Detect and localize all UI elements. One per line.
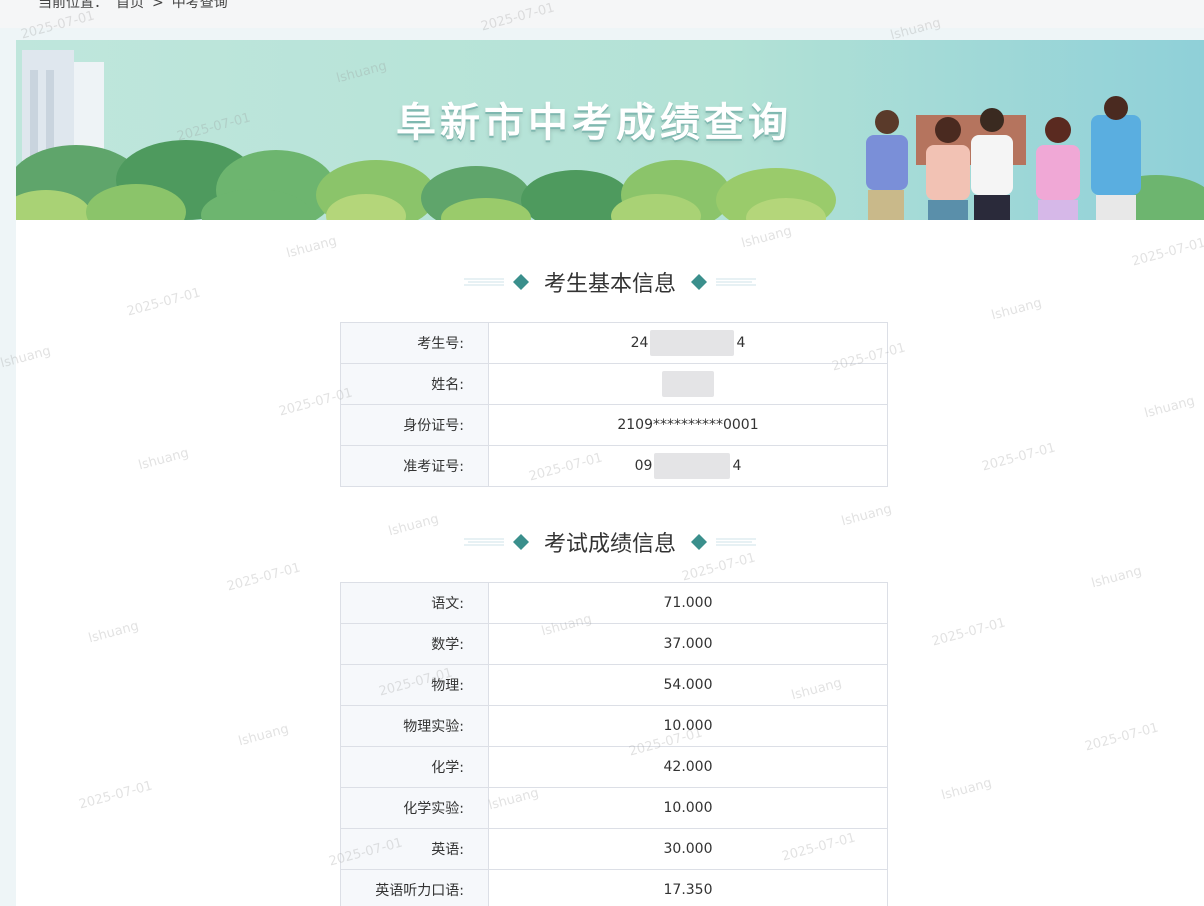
admission-number-label: 准考证号:: [340, 445, 489, 487]
subject-label: 数学:: [340, 623, 489, 665]
table-row: 身份证号: 2109**********0001: [340, 404, 888, 446]
subject-label: 英语听力口语:: [340, 869, 489, 906]
redaction-mask: [654, 453, 731, 479]
watermark: lshuang: [939, 775, 994, 804]
subject-score: 71.000: [488, 582, 888, 624]
exam-number-value: 24 4: [488, 322, 888, 364]
subject-label: 语文:: [340, 582, 489, 624]
watermark: lshuang: [989, 295, 1044, 324]
watermark: 2025-07-01: [1130, 235, 1204, 270]
redaction-mask: [662, 371, 714, 397]
subject-score: 54.000: [488, 664, 888, 706]
watermark: lshuang: [1089, 563, 1144, 592]
watermark: 2025-07-01: [1083, 720, 1161, 755]
table-row: 化学: 42.000: [340, 746, 888, 788]
subject-label: 物理:: [340, 664, 489, 706]
subject-score: 37.000: [488, 623, 888, 665]
watermark: 2025-07-01: [930, 615, 1008, 650]
table-row: 英语: 30.000: [340, 828, 888, 870]
banner: 阜新市中考成绩查询: [16, 40, 1204, 220]
subject-label: 英语:: [340, 828, 489, 870]
breadcrumb: 当前位置： 首页 > 中考查询: [38, 0, 236, 12]
admission-number-end: 4: [732, 458, 742, 474]
breadcrumb-current: 中考查询: [171, 0, 228, 11]
subject-score: 10.000: [488, 705, 888, 747]
table-row: 英语听力口语: 17.350: [340, 869, 888, 906]
heading-left-deco-icon: [463, 272, 534, 292]
score-info-title: 考试成绩信息: [543, 532, 676, 557]
admission-number-value: 09 4: [488, 445, 888, 487]
score-table: 语文: 71.000 数学: 37.000 物理: 54.000 物理实验: 10.00…: [340, 582, 888, 906]
name-value: [488, 363, 888, 405]
watermark: 2025-07-01: [77, 778, 155, 813]
watermark: 2025-07-01: [225, 560, 303, 595]
watermark: lshuang: [86, 618, 141, 647]
table-row: 考生号: 24 4: [340, 322, 888, 364]
table-row: 数学: 37.000: [340, 623, 888, 665]
admission-number-start: 09: [634, 458, 653, 474]
subject-label: 化学实验:: [340, 787, 489, 829]
watermark: lshuang: [136, 445, 191, 474]
heading-left-deco-icon: [463, 532, 534, 552]
subject-label: 化学:: [340, 746, 489, 788]
id-number-value: 2109**********0001: [488, 404, 888, 446]
banner-title: 阜新市中考成绩查询: [396, 100, 792, 146]
id-number-label: 身份证号:: [340, 404, 489, 446]
main-panel: 阜新市中考成绩查询 考生基本信息 考生号: 24 4 姓名: 身份证号: 2109…: [16, 40, 1204, 906]
table-row: 物理实验: 10.000: [340, 705, 888, 747]
breadcrumb-prefix: 当前位置：: [38, 0, 108, 11]
subject-score: 17.350: [488, 869, 888, 906]
score-info-heading: 考试成绩信息: [16, 526, 1204, 558]
table-row: 姓名:: [340, 363, 888, 405]
subject-label: 物理实验:: [340, 705, 489, 747]
watermark: lshuang: [284, 233, 339, 262]
name-label: 姓名:: [340, 363, 489, 405]
watermark: lshuang: [1142, 393, 1197, 422]
table-row: 准考证号: 09 4: [340, 445, 888, 487]
watermark: lshuang: [236, 721, 291, 750]
heading-right-deco-icon: [686, 272, 756, 292]
top-bar: 当前位置： 首页 > 中考查询: [0, 0, 1204, 28]
watermark: lshuang: [739, 223, 794, 252]
breadcrumb-separator: >: [152, 0, 164, 11]
exam-number-start: 24: [630, 335, 649, 351]
basic-info-title: 考生基本信息: [543, 272, 676, 297]
table-row: 物理: 54.000: [340, 664, 888, 706]
subject-score: 42.000: [488, 746, 888, 788]
basic-info-table: 考生号: 24 4 姓名: 身份证号: 2109**********0001 准考…: [340, 322, 888, 487]
watermark: 2025-07-01: [980, 440, 1058, 475]
subject-score: 10.000: [488, 787, 888, 829]
heading-right-deco-icon: [686, 532, 756, 552]
table-row: 化学实验: 10.000: [340, 787, 888, 829]
subject-score: 30.000: [488, 828, 888, 870]
exam-number-end: 4: [736, 335, 746, 351]
basic-info-heading: 考生基本信息: [16, 266, 1204, 298]
table-row: 语文: 71.000: [340, 582, 888, 624]
redaction-mask: [650, 330, 735, 356]
exam-number-label: 考生号:: [340, 322, 489, 364]
breadcrumb-home-link[interactable]: 首页: [116, 0, 144, 11]
